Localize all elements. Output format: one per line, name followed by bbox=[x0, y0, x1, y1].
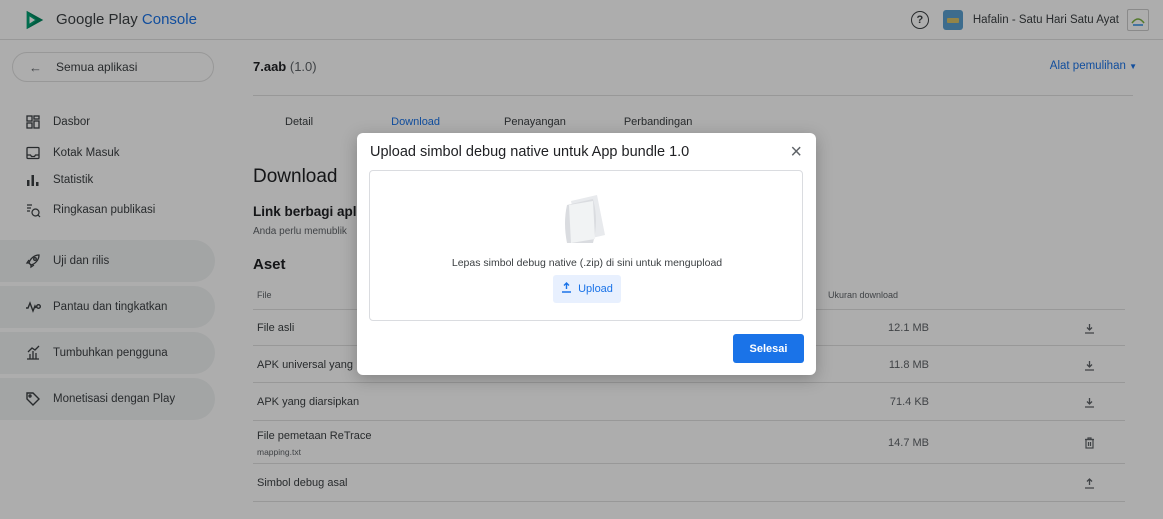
drop-instructions: Lepas simbol debug native (.zip) di sini… bbox=[451, 257, 723, 269]
file-stack-icon bbox=[565, 195, 605, 243]
done-button[interactable]: Selesai bbox=[733, 334, 804, 363]
upload-debug-symbols-dialog: Upload simbol debug native untuk App bun… bbox=[357, 133, 816, 375]
upload-button-label: Upload bbox=[578, 283, 613, 295]
upload-button[interactable]: Upload bbox=[553, 275, 621, 303]
upload-icon bbox=[561, 282, 572, 296]
close-icon[interactable]: × bbox=[790, 142, 802, 162]
dialog-title: Upload simbol debug native untuk App bun… bbox=[370, 144, 690, 160]
file-drop-zone[interactable]: Lepas simbol debug native (.zip) di sini… bbox=[369, 170, 803, 321]
